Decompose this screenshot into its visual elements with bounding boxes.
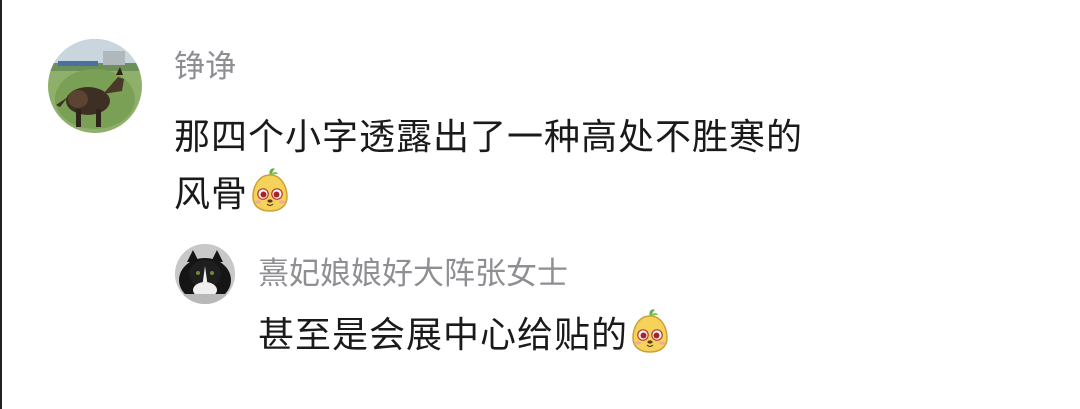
reply-text: 甚至是会展中心给贴的: [258, 306, 670, 362]
dog-avatar-icon: [48, 39, 142, 133]
cat-avatar-icon: [175, 244, 235, 304]
window-left-border: [0, 0, 2, 409]
reply-username[interactable]: 熹妃娘娘好大阵张女士: [258, 248, 568, 293]
user-avatar[interactable]: [48, 39, 142, 133]
comment-username[interactable]: 铮诤: [174, 41, 236, 86]
yellow-character-emoji-icon: [250, 166, 290, 221]
reply-text-content: 甚至是会展中心给贴的: [258, 315, 629, 356]
yellow-character-emoji-icon: [630, 307, 670, 362]
comment-text-line2: 风骨: [174, 165, 290, 221]
comment-text-line2-content: 风骨: [174, 174, 249, 215]
user-avatar[interactable]: [175, 244, 235, 304]
comment-text-line1: 那四个小字透露出了一种高处不胜寒的: [174, 117, 804, 158]
